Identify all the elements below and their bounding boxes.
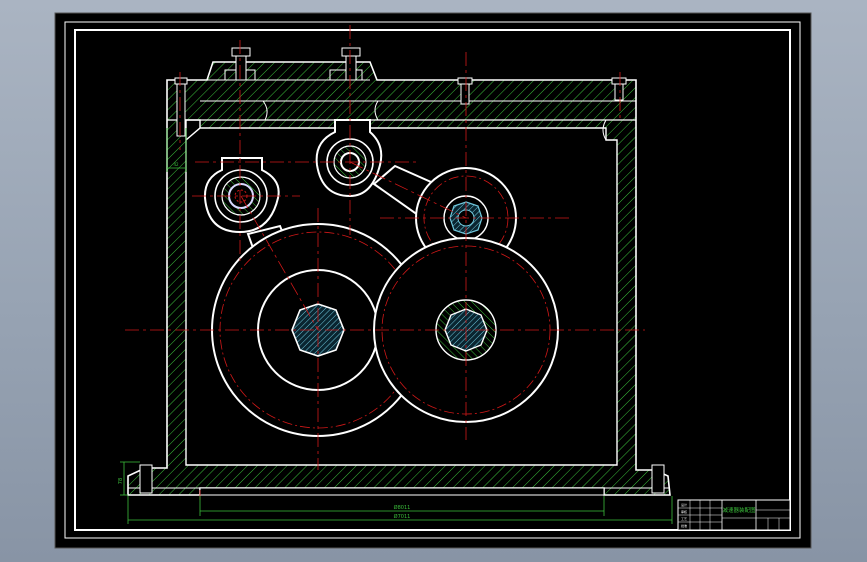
- dim-overall-length: Ø7011: [394, 513, 411, 520]
- title-block-row-label: 工艺: [681, 516, 687, 521]
- gearbox-assembly-drawing: Ø8011 Ø7011 78 42 减速器装配图 设计 审核 工艺 批准: [54, 12, 812, 549]
- dim-inner-length: Ø8011: [394, 504, 411, 511]
- cad-viewport[interactable]: Ø8011 Ø7011 78 42 减速器装配图 设计 审核 工艺 批准: [0, 0, 867, 562]
- title-block-row-label: 批准: [681, 523, 687, 528]
- bolt-icon: [174, 77, 188, 137]
- dim-flange-offset: 42: [173, 162, 179, 167]
- title-block-row-label: 设计: [681, 502, 687, 507]
- title-block-row-label: 审核: [681, 509, 687, 514]
- title-block: 减速器装配图 设计 审核 工艺 批准: [677, 499, 791, 531]
- title-block-drawing-name: 减速器装配图: [722, 506, 756, 514]
- dim-left-height: 78: [118, 478, 124, 484]
